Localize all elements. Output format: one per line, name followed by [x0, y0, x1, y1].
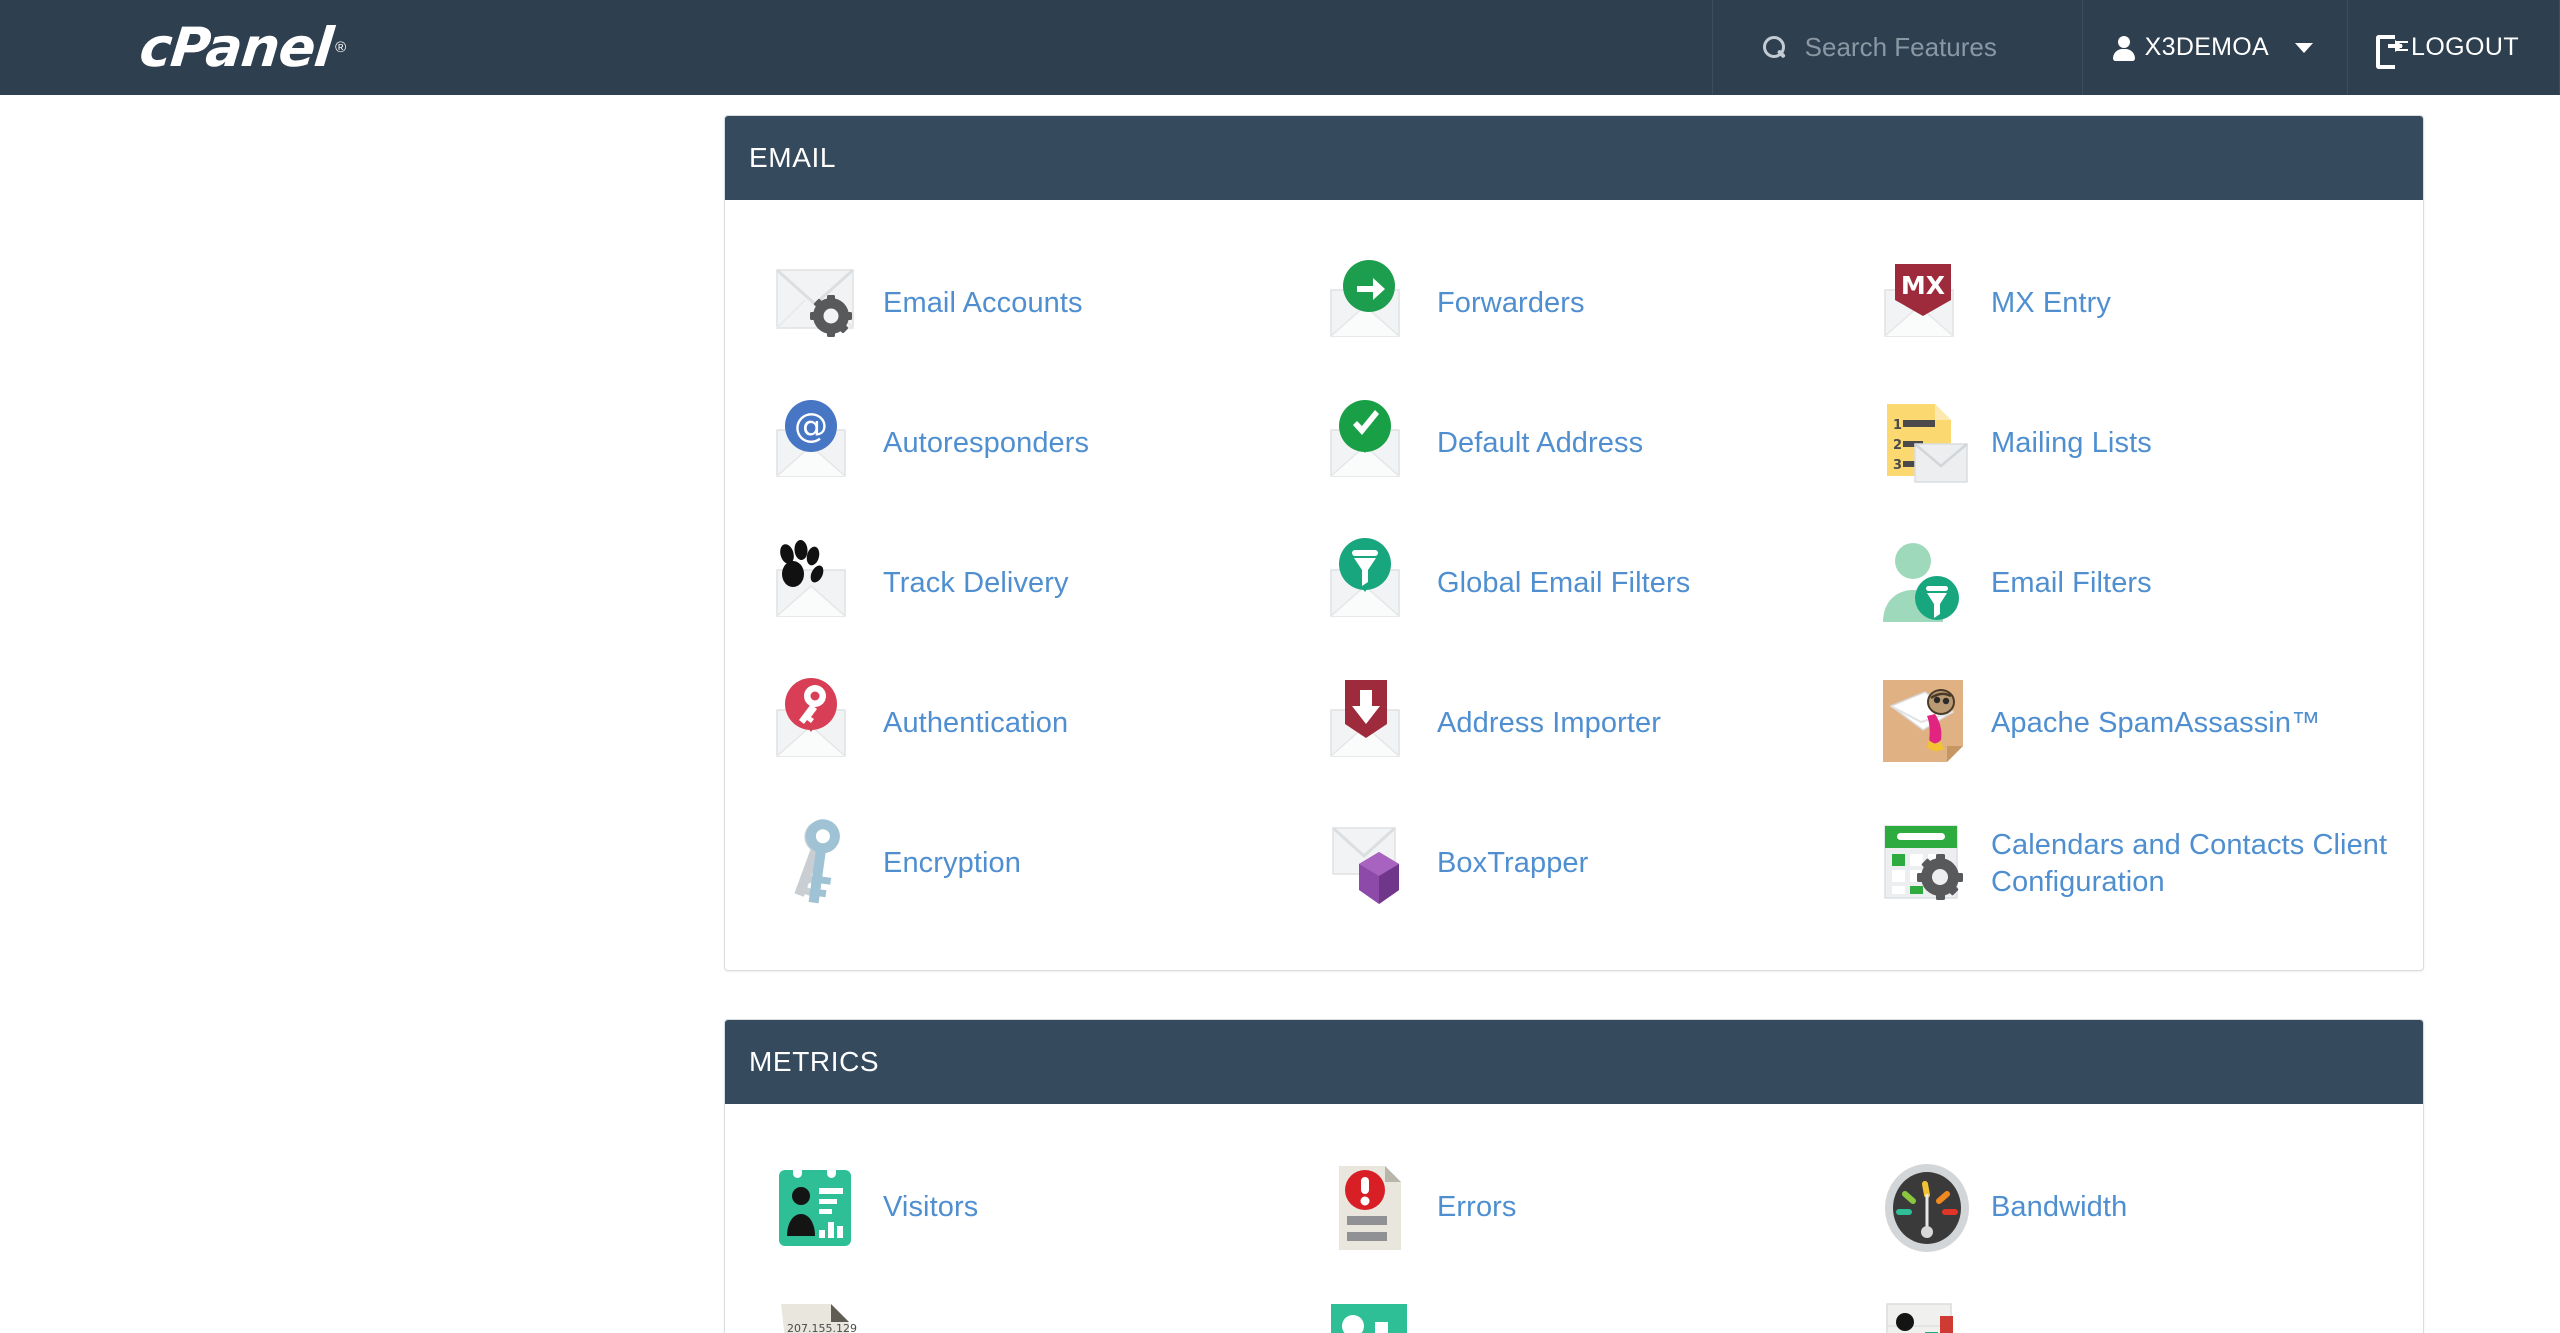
cpanel-logo-text: cPanel	[137, 21, 335, 75]
feature-encryption[interactable]: Encryption	[743, 794, 1297, 934]
user-menu-button[interactable]: X3DEMOA	[2082, 0, 2347, 95]
panel-email-title: EMAIL	[725, 116, 2423, 200]
envelope-arrow-icon	[1325, 256, 1421, 352]
panel-email-items: Email Accounts Forwarders	[725, 200, 2423, 970]
spamassassin-ninja-icon	[1879, 676, 1975, 772]
logout-label: LOGOUT	[2411, 33, 2519, 62]
awstats-chart-icon	[1325, 1300, 1421, 1333]
feature-global-email-filters[interactable]: Global Email Filters	[1297, 514, 1851, 654]
svg-text:MX: MX	[1901, 271, 1945, 300]
feature-awstats[interactable]: Awstats	[1297, 1278, 1851, 1333]
numbered-list-envelope-icon: 1 2 3	[1879, 396, 1975, 492]
panel-metrics: METRICS	[724, 1019, 2424, 1333]
feature-label: Default Address	[1437, 425, 1643, 462]
feature-mx-entry[interactable]: MX MX Entry	[1851, 234, 2405, 374]
feature-label: Analog Stats	[1991, 1329, 2157, 1333]
two-keys-icon	[771, 816, 867, 912]
svg-text:1: 1	[1893, 418, 1902, 433]
gauge-icon	[1879, 1160, 1975, 1256]
top-header-bar: cPanel ® X3DEMOA LOGOUT	[0, 0, 2560, 95]
feature-label: Mailing Lists	[1991, 425, 2152, 462]
feature-raw-access[interactable]: 207.155.129 67.136.153.13 555.123.456.1 …	[743, 1278, 1297, 1333]
envelope-key-icon	[771, 676, 867, 772]
svg-text:3: 3	[1893, 458, 1902, 473]
feature-label: MX Entry	[1991, 285, 2111, 322]
feature-track-delivery[interactable]: Track Delivery	[743, 514, 1297, 654]
analog-stats-chart-icon	[1879, 1300, 1975, 1333]
header-spacer	[346, 0, 1711, 95]
visitor-card-icon	[771, 1160, 867, 1256]
document-error-icon	[1325, 1160, 1421, 1256]
user-avatar-icon	[2113, 35, 2135, 61]
feature-label: Email Accounts	[883, 285, 1083, 322]
page-body: EMAIL	[0, 95, 2560, 1333]
feature-analog-stats[interactable]: Analog Stats	[1851, 1278, 2405, 1333]
person-funnel-icon	[1879, 536, 1975, 632]
logout-button[interactable]: LOGOUT	[2347, 0, 2560, 95]
feature-label: Bandwidth	[1991, 1189, 2127, 1226]
svg-text:@: @	[794, 406, 828, 446]
feature-email-accounts[interactable]: Email Accounts	[743, 234, 1297, 374]
envelope-import-banner-icon	[1325, 676, 1421, 772]
feature-calendars-contacts-client-config[interactable]: Calendars and Contacts Client Configurat…	[1851, 794, 2405, 934]
feature-email-filters[interactable]: Email Filters	[1851, 514, 2405, 654]
feature-address-importer[interactable]: Address Importer	[1297, 654, 1851, 794]
cpanel-logo[interactable]: cPanel ®	[0, 0, 346, 95]
feature-default-address[interactable]: Default Address	[1297, 374, 1851, 514]
feature-label: Forwarders	[1437, 285, 1585, 322]
search-icon	[1761, 35, 1787, 61]
envelope-at-icon: @	[771, 396, 867, 492]
feature-boxtrapper[interactable]: BoxTrapper	[1297, 794, 1851, 934]
panel-metrics-items: Visitors	[725, 1104, 2423, 1333]
search-features-container[interactable]	[1712, 0, 2082, 95]
envelope-check-icon	[1325, 396, 1421, 492]
feature-apache-spamassassin[interactable]: Apache SpamAssassin™	[1851, 654, 2405, 794]
logout-icon	[2376, 35, 2402, 61]
feature-forwarders[interactable]: Forwarders	[1297, 234, 1851, 374]
feature-label: Global Email Filters	[1437, 565, 1690, 602]
chevron-down-icon[interactable]	[2295, 43, 2313, 53]
feature-label: Address Importer	[1437, 705, 1661, 742]
feature-errors[interactable]: Errors	[1297, 1138, 1851, 1278]
panel-email: EMAIL	[724, 115, 2424, 971]
svg-text:207.155.129: 207.155.129	[787, 1322, 857, 1333]
feature-label: BoxTrapper	[1437, 845, 1588, 882]
feature-visitors[interactable]: Visitors	[743, 1138, 1297, 1278]
feature-bandwidth[interactable]: Bandwidth	[1851, 1138, 2405, 1278]
feature-label: Awstats	[1437, 1329, 1539, 1333]
feature-autoresponders[interactable]: @ Autoresponders	[743, 374, 1297, 514]
search-input[interactable]	[1805, 32, 2056, 63]
feature-authentication[interactable]: Authentication	[743, 654, 1297, 794]
feature-label: Raw Access	[883, 1329, 1042, 1333]
envelope-funnel-icon	[1325, 536, 1421, 632]
envelope-mx-shield-icon: MX	[1879, 256, 1975, 352]
feature-label: Encryption	[883, 845, 1021, 882]
feature-label: Authentication	[883, 705, 1068, 742]
envelope-purple-box-icon	[1325, 816, 1421, 912]
envelope-pawprints-icon	[771, 536, 867, 632]
svg-text:2: 2	[1893, 438, 1902, 453]
content-column: EMAIL	[724, 95, 2424, 1333]
feature-label: Errors	[1437, 1189, 1517, 1226]
username-label: X3DEMOA	[2145, 33, 2269, 62]
envelope-gear-icon	[771, 256, 867, 352]
feature-label: Email Filters	[1991, 565, 2152, 602]
ip-log-document-icon: 207.155.129 67.136.153.13 555.123.456.1	[771, 1300, 867, 1333]
feature-label: Visitors	[883, 1189, 978, 1226]
feature-label: Autoresponders	[883, 425, 1089, 462]
feature-label: Track Delivery	[883, 565, 1069, 602]
feature-label: Calendars and Contacts Client Configurat…	[1991, 827, 2405, 901]
calendar-gear-icon	[1879, 816, 1975, 912]
panel-metrics-title: METRICS	[725, 1020, 2423, 1104]
registered-trademark-mark: ®	[335, 39, 346, 56]
feature-label: Apache SpamAssassin™	[1991, 705, 2320, 742]
feature-mailing-lists[interactable]: 1 2 3 Mailing Lists	[1851, 374, 2405, 514]
